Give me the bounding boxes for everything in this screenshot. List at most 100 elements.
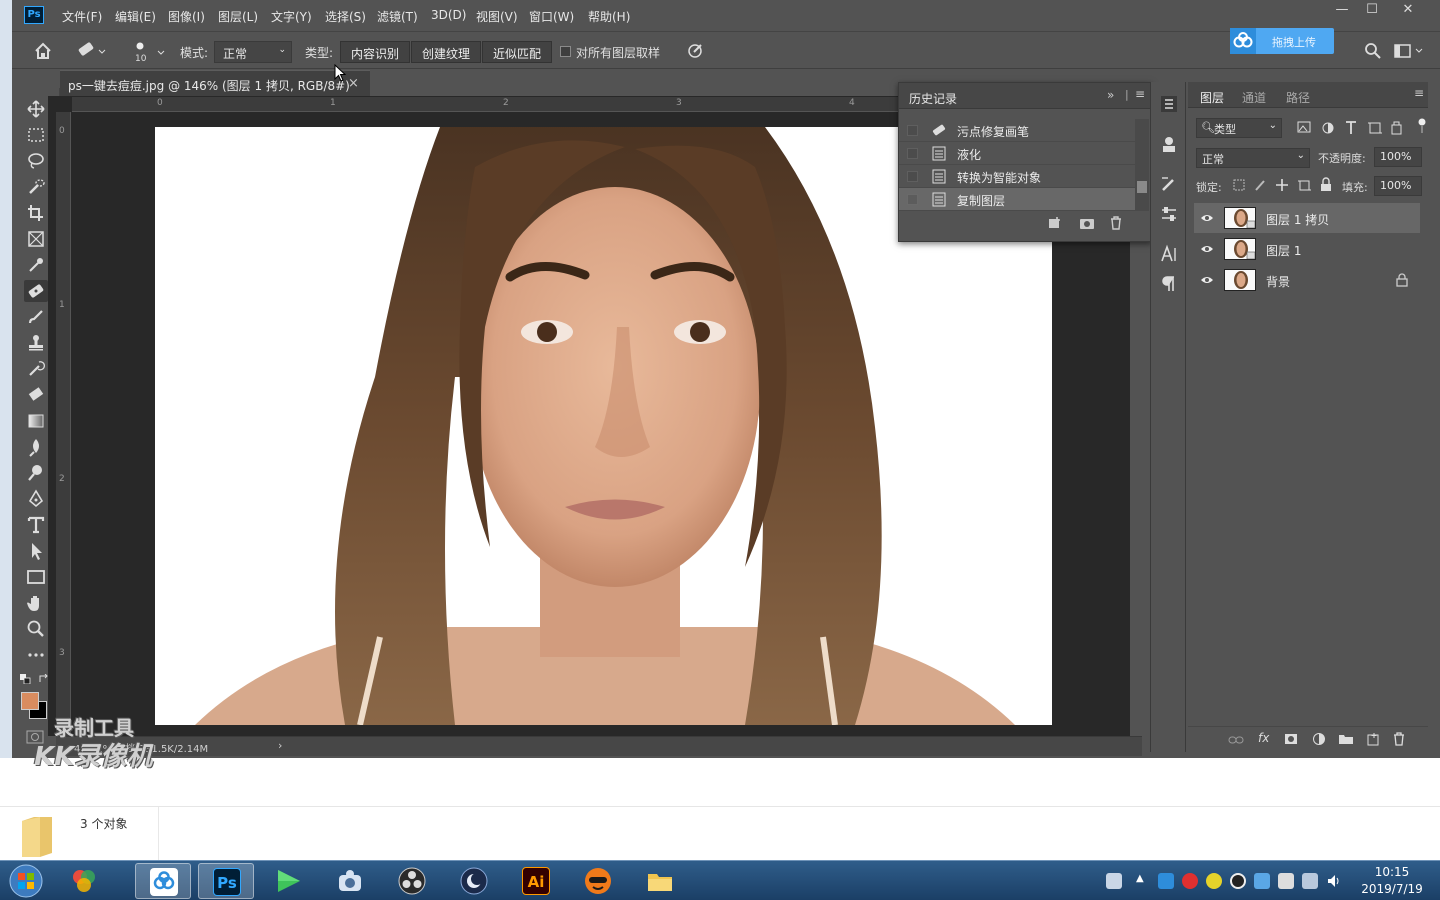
tool-tray-icon[interactable]	[1278, 873, 1294, 889]
clock-date[interactable]: 2019/7/19	[1356, 882, 1428, 896]
opacity-input[interactable]: 100%	[1374, 147, 1422, 167]
new-document-from-state-icon[interactable]	[1047, 216, 1063, 230]
type-tool-icon[interactable]	[24, 514, 48, 536]
frame-tool-icon[interactable]	[24, 228, 48, 250]
start-button[interactable]	[6, 862, 46, 900]
eyedropper-tool-icon[interactable]	[24, 254, 48, 276]
workspace-icon[interactable]	[1394, 42, 1424, 60]
minimize-button[interactable]: —	[1330, 3, 1354, 19]
taskbar-photoshop[interactable]: Ps	[198, 863, 254, 899]
volume-icon[interactable]	[1326, 873, 1342, 889]
blur-tool-icon[interactable]	[24, 436, 48, 458]
menu-layer[interactable]: 图层(L)	[218, 8, 258, 25]
adjustments-sliders-icon[interactable]	[1159, 204, 1179, 224]
taskbar-game[interactable]	[570, 863, 626, 899]
folder-icon[interactable]	[1338, 732, 1354, 746]
taskbar-obs[interactable]	[384, 863, 440, 899]
proximity-match-button[interactable]: 近似匹配	[482, 41, 553, 63]
history-item-checkbox[interactable]	[907, 148, 918, 159]
close-tab-icon[interactable]: ×	[348, 76, 359, 91]
collapse-panel-icon[interactable]: »	[1107, 88, 1114, 102]
baidu-tray-icon[interactable]	[1158, 873, 1174, 889]
menu-filter[interactable]: 滤镜(T)	[377, 8, 418, 25]
history-item[interactable]: 复制图层	[899, 188, 1135, 211]
filter-toggle-icon[interactable]	[1418, 118, 1426, 134]
menu-help[interactable]: 帮助(H)	[588, 8, 630, 25]
menu-type[interactable]: 文字(Y)	[271, 8, 312, 25]
app-tray-icon[interactable]	[1206, 873, 1222, 889]
status-menu-arrow[interactable]: ›	[278, 739, 282, 752]
spot-healing-brush-tool-icon[interactable]	[24, 280, 48, 302]
default-colors-icon[interactable]	[20, 674, 32, 684]
layer-filter-select[interactable]: 类型 🔍︎ ⌄	[1196, 118, 1282, 138]
pressure-size-icon[interactable]	[686, 41, 706, 61]
move-tool-icon[interactable]	[24, 98, 48, 120]
history-panel-icon[interactable]	[1159, 94, 1179, 114]
taskbar-baidu-netdisk[interactable]	[135, 863, 191, 899]
more-tools-icon[interactable]	[24, 644, 48, 666]
document-tab[interactable]: ps一键去痘痘.jpg @ 146% (图层 1 拷贝, RGB/8#) ×	[60, 70, 370, 96]
menu-select[interactable]: 选择(S)	[325, 8, 366, 25]
taskbar-recorder[interactable]	[322, 863, 378, 899]
lasso-tool-icon[interactable]	[24, 150, 48, 172]
camera-snapshot-icon[interactable]	[1079, 216, 1095, 230]
hand-tool-icon[interactable]	[24, 592, 48, 614]
history-brush-tool-icon[interactable]	[24, 358, 48, 380]
clock-time[interactable]: 10:15	[1356, 865, 1428, 879]
brush-tool-icon[interactable]	[24, 306, 48, 328]
menu-image[interactable]: 图像(I)	[168, 8, 205, 25]
dodge-tool-icon[interactable]	[24, 462, 48, 484]
history-item[interactable]: 污点修复画笔	[899, 119, 1135, 142]
eraser-tool-icon[interactable]	[24, 384, 48, 406]
taskbar-illustrator[interactable]: Ai	[508, 863, 564, 899]
brush-settings-icon[interactable]	[1159, 174, 1179, 194]
foreground-color-swatch[interactable]	[21, 692, 39, 710]
menu-3d[interactable]: 3D(D)	[431, 8, 466, 22]
trash-icon[interactable]	[1109, 216, 1123, 230]
menu-window[interactable]: 窗口(W)	[529, 8, 574, 25]
qq-tray-icon[interactable]	[1230, 873, 1246, 889]
menu-view[interactable]: 视图(V)	[476, 8, 518, 25]
security-tray-icon[interactable]	[1182, 873, 1198, 889]
taskbar-file-explorer[interactable]	[632, 863, 688, 899]
history-item-checkbox[interactable]	[907, 125, 918, 136]
new-layer-icon[interactable]	[1366, 732, 1380, 746]
layer-row[interactable]: 背景	[1194, 265, 1420, 295]
link-layers-icon[interactable]	[1228, 734, 1244, 746]
tool-preset-picker[interactable]	[76, 40, 108, 62]
search-icon[interactable]	[1364, 42, 1382, 60]
quick-selection-tool-icon[interactable]	[24, 176, 48, 198]
history-item-checkbox[interactable]	[907, 194, 918, 205]
lock-options[interactable]	[1232, 177, 1344, 193]
menu-file[interactable]: 文件(F)	[62, 8, 102, 25]
history-item[interactable]: 转换为智能对象	[899, 165, 1135, 188]
menu-edit[interactable]: 编辑(E)	[115, 8, 156, 25]
tab-history[interactable]: 历史记录	[909, 90, 957, 107]
visibility-eye-icon[interactable]	[1200, 243, 1214, 255]
history-scrollbar[interactable]	[1135, 119, 1149, 211]
network-tray-icon[interactable]	[1254, 873, 1270, 889]
history-scroll-thumb[interactable]	[1137, 181, 1147, 193]
layer-row[interactable]: 图层 1	[1194, 234, 1420, 264]
blend-mode-select[interactable]: 正常 ⌄	[1196, 148, 1310, 168]
marquee-tool-icon[interactable]	[24, 124, 48, 146]
trash-icon[interactable]	[1392, 732, 1406, 746]
tab-layers[interactable]: 图层	[1200, 89, 1224, 106]
upload-button[interactable]: 拖拽上传	[1230, 28, 1334, 54]
show-hidden-icons-icon[interactable]: ▲	[1136, 873, 1144, 884]
visibility-eye-icon[interactable]	[1200, 274, 1214, 286]
zoom-tool-icon[interactable]	[24, 618, 48, 640]
clone-stamp-tool-icon[interactable]	[24, 332, 48, 354]
tab-paths[interactable]: 路径	[1286, 89, 1310, 106]
fill-input[interactable]: 100%	[1374, 176, 1422, 196]
visibility-eye-icon[interactable]	[1200, 212, 1214, 224]
learn-panel-icon[interactable]	[1159, 134, 1179, 154]
crop-tool-icon[interactable]	[24, 202, 48, 224]
taskbar-media-player[interactable]	[260, 863, 316, 899]
add-mask-icon[interactable]	[1284, 733, 1298, 745]
pen-tool-icon[interactable]	[24, 488, 48, 510]
lock-icon[interactable]	[1396, 273, 1408, 287]
paragraph-panel-icon[interactable]	[1159, 274, 1179, 294]
gradient-tool-icon[interactable]	[24, 410, 48, 432]
tab-channels[interactable]: 通道	[1242, 89, 1266, 106]
